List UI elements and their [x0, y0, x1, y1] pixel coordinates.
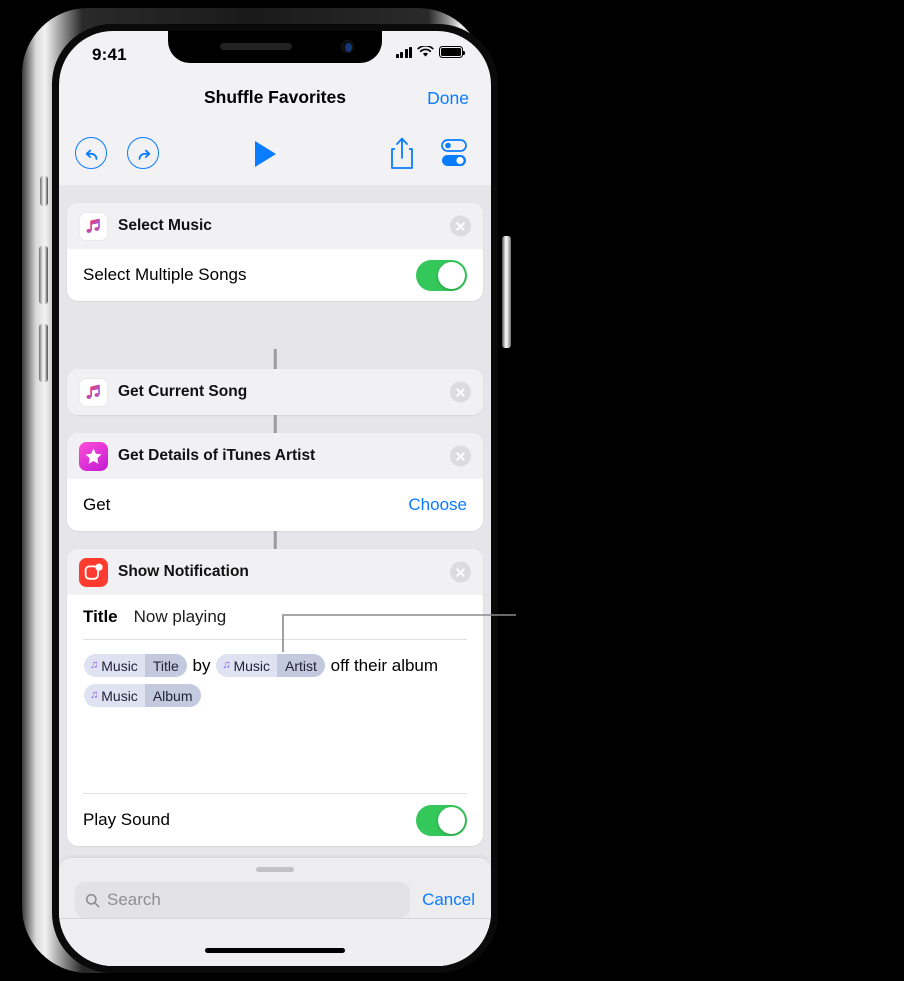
- wifi-icon: [417, 46, 434, 57]
- callout-leader-line: [282, 614, 516, 652]
- notch: [168, 31, 382, 63]
- status-bar-indicators: [395, 46, 466, 58]
- status-bar-time: 9:41: [92, 45, 127, 64]
- battery-icon: [439, 46, 466, 58]
- front-camera-icon: [341, 40, 354, 53]
- earpiece-speaker-icon: [220, 43, 292, 50]
- screenshot-root: 9:41 Shuffle Favorites Done Select Music…: [0, 0, 904, 981]
- cellular-bars-icon: [395, 46, 412, 58]
